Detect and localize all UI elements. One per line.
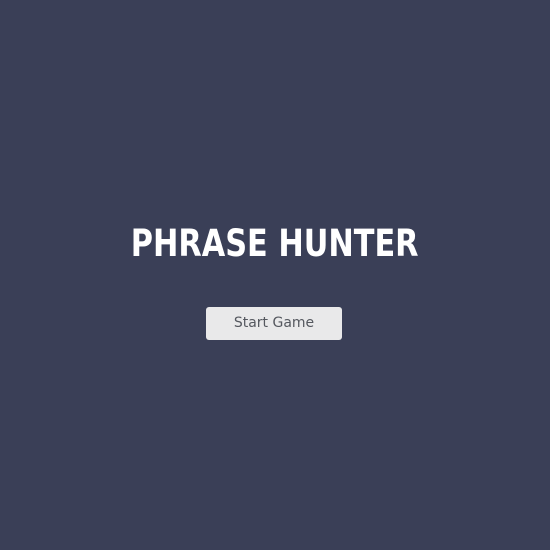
start-overlay: PHRASE HUNTER Start Game [0,0,550,550]
game-title: PHRASE HUNTER [130,222,419,265]
start-game-button[interactable]: Start Game [206,307,342,340]
